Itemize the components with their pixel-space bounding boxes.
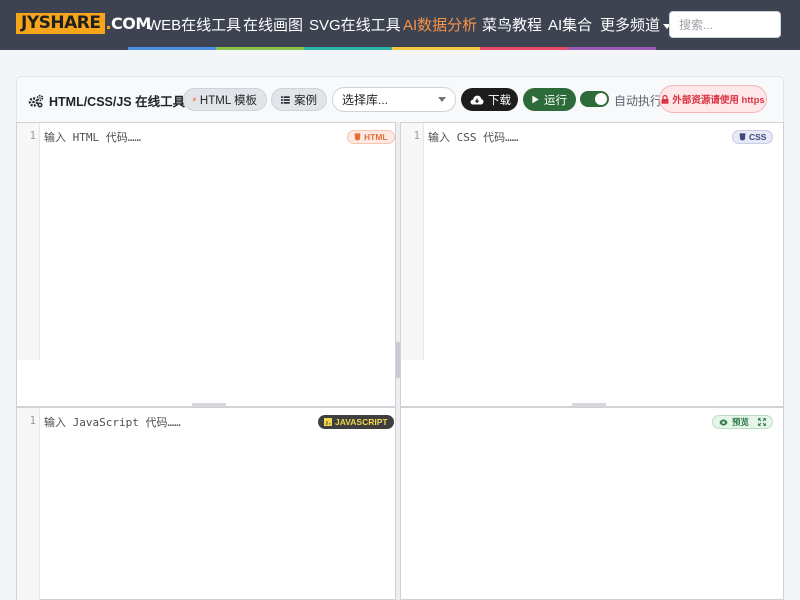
html-template-label: HTML 模板 bbox=[199, 94, 257, 107]
logo-main: JYSHARE bbox=[16, 13, 106, 34]
nav-link-ai-data[interactable]: AI数据分析 bbox=[403, 14, 477, 35]
page-title: HTML/CSS/JS 在线工具 bbox=[28, 91, 185, 110]
html-template-button[interactable]: HTML 模板 bbox=[183, 88, 267, 111]
auto-run-toggle[interactable] bbox=[580, 91, 609, 107]
nav-link-tutorials[interactable]: 菜鸟教程 bbox=[482, 14, 542, 35]
examples-label: 案例 bbox=[294, 94, 317, 107]
logo-tail: COM bbox=[111, 14, 151, 33]
top-navbar: JYSHARE .COM WEB在线工具 在线画图 SVG在线工具 AI数据分析… bbox=[0, 0, 800, 50]
preview-badge: 预览 bbox=[712, 415, 773, 429]
line-number: 1 bbox=[413, 130, 420, 142]
https-warning-badge: 外部资源请使用 https bbox=[659, 85, 767, 113]
play-icon bbox=[532, 95, 539, 104]
examples-button[interactable]: 案例 bbox=[271, 88, 327, 111]
css-language-badge: CSS bbox=[732, 130, 774, 144]
line-number: 1 bbox=[29, 415, 36, 427]
eye-icon bbox=[719, 419, 728, 425]
toggle-knob bbox=[595, 93, 607, 105]
html-language-badge: HTML bbox=[347, 130, 395, 144]
css-editor-gutter bbox=[401, 123, 424, 360]
site-logo[interactable]: JYSHARE .COM bbox=[16, 13, 151, 34]
css3-icon bbox=[739, 133, 746, 141]
nav-link-svg-tools[interactable]: SVG在线工具 bbox=[309, 14, 401, 35]
page-title-text: HTML/CSS/JS 在线工具 bbox=[49, 95, 186, 109]
https-warning-text: 外部资源请使用 https bbox=[672, 95, 765, 106]
search-input[interactable] bbox=[669, 11, 781, 38]
expand-icon[interactable] bbox=[758, 418, 766, 426]
css-language-label: CSS bbox=[749, 132, 767, 142]
line-number: 1 bbox=[29, 130, 36, 142]
nav-more-label: 更多频道 bbox=[600, 17, 661, 34]
library-select[interactable]: 选择库... bbox=[332, 87, 456, 112]
js-editor-gutter bbox=[17, 408, 40, 600]
html-editor-gutter bbox=[17, 123, 40, 360]
nav-link-more[interactable]: 更多频道 bbox=[600, 14, 672, 35]
rainbow-underline bbox=[128, 47, 656, 50]
auto-run-label: 自动执行 bbox=[614, 94, 663, 108]
preview-label: 预览 bbox=[732, 417, 750, 427]
css-editor-placeholder: 输入 CSS 代码…… bbox=[428, 131, 519, 144]
js-icon bbox=[324, 418, 332, 426]
lock-icon bbox=[661, 94, 669, 104]
cloud-download-icon bbox=[470, 95, 484, 104]
dropdown-arrow-icon bbox=[438, 97, 446, 102]
html5-icon bbox=[354, 133, 361, 141]
preview-pane[interactable]: 预览 bbox=[400, 407, 784, 600]
library-select-value: 选择库... bbox=[342, 93, 389, 107]
gears-icon bbox=[28, 94, 44, 108]
html-language-label: HTML bbox=[364, 132, 388, 142]
html5-icon bbox=[193, 97, 196, 102]
download-label: 下载 bbox=[488, 94, 511, 107]
nav-link-web-tools[interactable]: WEB在线工具 bbox=[147, 14, 241, 35]
js-editor[interactable]: 1 输入 JavaScript 代码…… JAVASCRIPT bbox=[16, 407, 396, 600]
list-icon bbox=[281, 95, 290, 104]
js-language-label: JAVASCRIPT bbox=[335, 417, 388, 427]
html-editor[interactable]: 1 输入 HTML 代码…… HTML bbox=[16, 122, 396, 407]
download-button[interactable]: 下载 bbox=[461, 88, 518, 111]
js-editor-placeholder: 输入 JavaScript 代码…… bbox=[44, 416, 181, 429]
run-label: 运行 bbox=[544, 94, 567, 107]
css-editor[interactable]: 1 输入 CSS 代码…… CSS bbox=[400, 122, 784, 407]
run-button[interactable]: 运行 bbox=[523, 88, 576, 111]
js-language-badge: JAVASCRIPT bbox=[318, 415, 394, 429]
nav-link-ai-collection[interactable]: AI集合 bbox=[548, 14, 592, 35]
nav-link-drawing[interactable]: 在线画图 bbox=[243, 14, 303, 35]
html-editor-placeholder: 输入 HTML 代码…… bbox=[44, 131, 141, 144]
